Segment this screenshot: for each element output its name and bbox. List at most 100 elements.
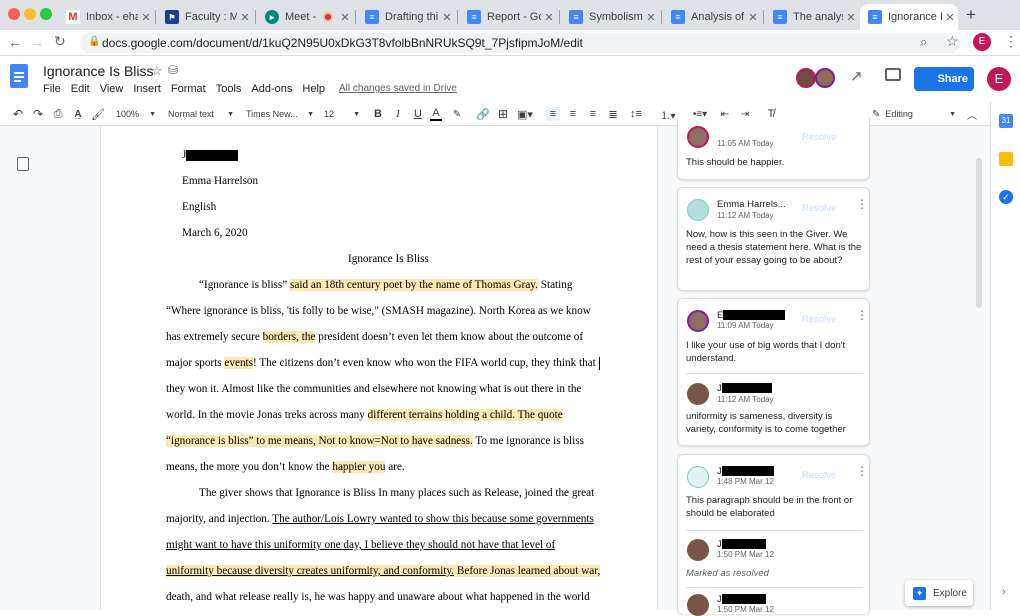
- menu-insert[interactable]: Insert: [133, 83, 161, 95]
- comment-card[interactable]: 11:05 AM Today Resolve This should be ha…: [677, 118, 870, 180]
- close-tab-icon[interactable]: ✕: [237, 11, 253, 24]
- tab-title: Symbolism i: [589, 11, 643, 23]
- close-window-button[interactable]: [8, 8, 20, 20]
- docs-logo-icon[interactable]: [10, 64, 28, 88]
- menu-addons[interactable]: Add-ons: [251, 83, 292, 95]
- resolve-button[interactable]: Resolve: [802, 203, 836, 214]
- spellcheck-icon[interactable]: A̲: [70, 107, 86, 121]
- menu-file[interactable]: File: [43, 83, 61, 95]
- collapse-chevron-icon[interactable]: ︿: [966, 107, 978, 122]
- more-options-icon[interactable]: ⋮: [856, 465, 868, 477]
- close-tab-icon[interactable]: ✕: [541, 11, 557, 24]
- menu-edit[interactable]: Edit: [71, 83, 90, 95]
- redaction-bar: [723, 310, 786, 321]
- minimize-window-button[interactable]: [24, 8, 36, 20]
- browser-tab[interactable]: ≡ The analysi ✕: [765, 4, 859, 30]
- menu-view[interactable]: View: [100, 83, 124, 95]
- expand-panel-icon[interactable]: ›: [1002, 586, 1006, 598]
- collaborator-avatar[interactable]: [815, 68, 835, 88]
- menu-tools[interactable]: Tools: [216, 83, 242, 95]
- highlight-pen-icon[interactable]: ✎: [450, 107, 464, 121]
- reload-icon[interactable]: ↻: [54, 33, 66, 50]
- maximize-window-button[interactable]: [40, 8, 52, 20]
- align-justify-icon[interactable]: ≣: [606, 107, 620, 121]
- resolve-button[interactable]: Resolve: [802, 314, 836, 325]
- collaborator-avatar[interactable]: [796, 68, 816, 88]
- forward-arrow-icon[interactable]: →: [30, 34, 44, 50]
- vertical-scrollbar[interactable]: [976, 158, 982, 308]
- browser-tab[interactable]: ≡ Symbolism i ✕: [561, 4, 659, 30]
- browser-tab[interactable]: ≡ Analysis of ✕: [663, 4, 761, 30]
- close-tab-icon[interactable]: ✕: [337, 11, 353, 24]
- comment-history-icon[interactable]: [885, 68, 901, 81]
- url-text[interactable]: docs.google.com/document/d/1kuQ2N95U0xDk…: [102, 36, 583, 50]
- redo-icon[interactable]: ↷: [30, 107, 46, 121]
- bookmark-star-icon[interactable]: ☆: [946, 33, 959, 50]
- move-to-folder-icon[interactable]: ⛁: [168, 63, 178, 77]
- calendar-icon[interactable]: 31: [999, 114, 1013, 128]
- editing-mode-select[interactable]: ✎ Editing ▼: [872, 107, 956, 121]
- align-center-icon[interactable]: ≡: [566, 107, 580, 121]
- font-select[interactable]: Times New... ▼: [246, 107, 314, 121]
- star-icon[interactable]: ☆: [151, 63, 163, 79]
- tab-title: Analysis of: [691, 11, 745, 23]
- share-button[interactable]: 👤 Share: [914, 67, 974, 91]
- doc-title[interactable]: Ignorance Is Bliss: [43, 63, 154, 79]
- align-right-icon[interactable]: ≡: [586, 107, 600, 121]
- browser-tab[interactable]: ≡ Drafting thi ✕: [357, 4, 455, 30]
- resolve-button[interactable]: Resolve: [802, 132, 836, 143]
- zoom-search-icon[interactable]: ⌕: [920, 34, 927, 50]
- browser-tab[interactable]: ▸ Meet - ✕: [257, 4, 353, 30]
- account-avatar[interactable]: E: [987, 67, 1011, 91]
- close-tab-icon[interactable]: ✕: [439, 11, 455, 24]
- menu-help[interactable]: Help: [302, 83, 325, 95]
- back-arrow-icon[interactable]: ←: [8, 34, 22, 50]
- tasks-icon[interactable]: ✓: [999, 190, 1013, 204]
- bold-icon[interactable]: B: [372, 107, 384, 121]
- explore-button[interactable]: ✦ Explore: [905, 580, 973, 606]
- close-tab-icon[interactable]: ✕: [138, 11, 154, 24]
- close-tab-icon[interactable]: ✕: [643, 11, 659, 24]
- more-options-icon[interactable]: ⋮: [856, 198, 868, 210]
- browser-tab-active[interactable]: ≡ Ignorance Is ✕: [860, 4, 958, 30]
- comment-card[interactable]: E 11:09 AM Today Resolve ⋮ I like your u…: [677, 298, 870, 446]
- browser-profile-avatar[interactable]: E: [973, 33, 991, 51]
- browser-tab[interactable]: ⚑ Faculty : My ✕: [157, 4, 253, 30]
- keep-icon[interactable]: [999, 152, 1013, 166]
- menu-bar: File Edit View Insert Format Tools Add-o…: [43, 83, 467, 95]
- document-outline-icon[interactable]: [17, 157, 29, 171]
- insert-image-icon[interactable]: ▣▾: [514, 107, 536, 121]
- resolve-button[interactable]: Resolve: [802, 470, 836, 481]
- italic-icon[interactable]: I: [392, 107, 404, 121]
- comment-card[interactable]: J 1:48 PM Mar 12 Resolve ⋮ This paragrap…: [677, 454, 870, 616]
- zoom-select[interactable]: 100% ▼: [116, 107, 156, 121]
- paint-format-icon[interactable]: 🖌: [90, 107, 106, 121]
- undo-icon[interactable]: ↶: [10, 107, 26, 121]
- browser-tab[interactable]: ≡ Report - Go ✕: [459, 4, 557, 30]
- side-panel: 31 ✓ ›: [990, 102, 1020, 610]
- insert-link-icon[interactable]: 🔗: [476, 107, 490, 121]
- new-tab-button[interactable]: +: [966, 5, 976, 25]
- menu-format[interactable]: Format: [171, 83, 206, 95]
- add-comment-icon[interactable]: ⊞: [496, 107, 510, 121]
- text-color-icon[interactable]: A: [430, 107, 442, 121]
- line-spacing-icon[interactable]: ↕≡: [628, 107, 644, 121]
- document-page[interactable]: J Emma Harrelson English March 6, 2020 I…: [100, 126, 658, 610]
- style-select[interactable]: Normal text ▼: [168, 107, 234, 121]
- save-status[interactable]: All changes saved in Drive: [339, 83, 457, 95]
- comment-card[interactable]: Emma Harrels... 11:12 AM Today Resolve ⋮…: [677, 187, 870, 291]
- font-size-select[interactable]: 12 ▼: [324, 107, 360, 121]
- underline-icon[interactable]: U: [412, 107, 424, 121]
- more-options-icon[interactable]: ⋮: [856, 309, 868, 321]
- font-size-value: 12: [324, 109, 335, 119]
- browser-menu-icon[interactable]: ⋮: [1004, 33, 1018, 50]
- browser-tab[interactable]: M Inbox - ehar ✕: [58, 4, 154, 30]
- close-tab-icon[interactable]: ✕: [843, 11, 859, 24]
- activity-trend-icon[interactable]: ↗: [850, 67, 863, 85]
- address-bar-row: ← → ↻ 🔒 docs.google.com/document/d/1kuQ2…: [0, 30, 1020, 56]
- close-tab-icon[interactable]: ✕: [942, 11, 958, 24]
- print-icon[interactable]: ⎙: [50, 107, 66, 121]
- omnibox[interactable]: 🔒 docs.google.com/document/d/1kuQ2N95U0x…: [80, 33, 960, 53]
- align-left-icon[interactable]: ≡: [546, 107, 560, 121]
- close-tab-icon[interactable]: ✕: [745, 11, 761, 24]
